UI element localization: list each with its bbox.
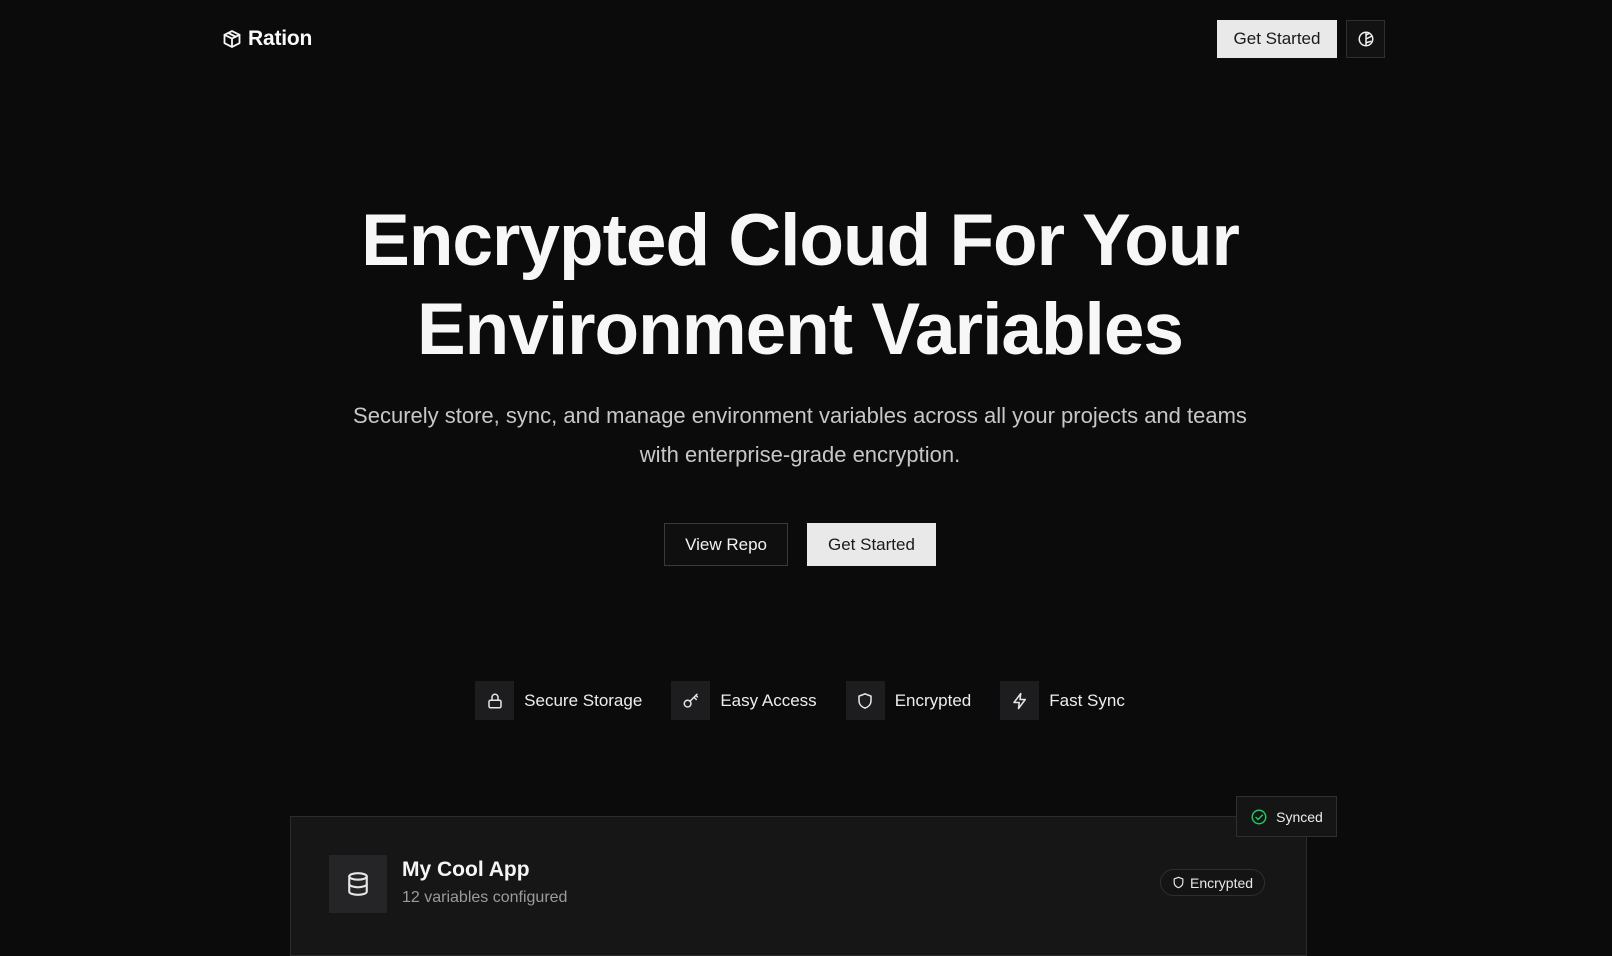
shield-icon [1172,876,1185,889]
lightning-icon [1000,681,1040,720]
synced-badge: Synced [1236,796,1337,837]
brand-logo[interactable]: Ration [222,24,312,54]
app-card[interactable]: My Cool App 12 variables configured Encr… [290,816,1307,956]
feature-label: Fast Sync [1049,690,1125,710]
hero-title: Encrypted Cloud For Your Environment Var… [0,196,1600,374]
theme-toggle-button[interactable] [1346,20,1385,58]
hero-title-line-2: Environment Variables [416,289,1184,370]
key-icon [671,681,711,720]
feature-encrypted: Encrypted [845,681,972,720]
hero-cta-row: View Repo Get Started [0,523,1600,566]
site-header: Ration Get Started [0,0,1612,80]
lock-icon [475,681,515,720]
hero-subtitle-line-2: with enterprise-grade encryption. [639,442,961,467]
encrypted-pill: Encrypted [1160,869,1266,896]
brand-name: Ration [248,27,313,50]
app-variable-count: 12 variables configured [402,889,568,906]
feature-easy-access: Easy Access [671,681,817,720]
view-repo-button[interactable]: View Repo [664,523,788,566]
database-icon [329,855,387,913]
feature-list: Secure Storage Easy Access Encrypted Fas… [0,681,1600,720]
hero-subtitle-line-1: Securely store, sync, and manage environ… [353,403,1247,428]
feature-label: Secure Storage [524,690,643,710]
feature-secure-storage: Secure Storage [475,681,642,720]
hero-get-started-button[interactable]: Get Started [806,523,936,566]
app-name: My Cool App [402,858,530,881]
header-get-started-button[interactable]: Get Started [1217,20,1337,58]
feature-label: Easy Access [720,690,817,710]
shield-icon [845,681,885,720]
synced-label: Synced [1276,808,1323,825]
hero-title-line-1: Encrypted Cloud For Your [361,200,1240,281]
encrypted-label: Encrypted [1190,874,1254,891]
cube-icon [222,29,242,49]
hero-subtitle: Securely store, sync, and manage environ… [0,396,1600,474]
feature-label: Encrypted [894,690,972,710]
check-circle-icon [1250,808,1268,826]
contrast-icon [1357,30,1375,48]
feature-fast-sync: Fast Sync [1000,681,1125,720]
